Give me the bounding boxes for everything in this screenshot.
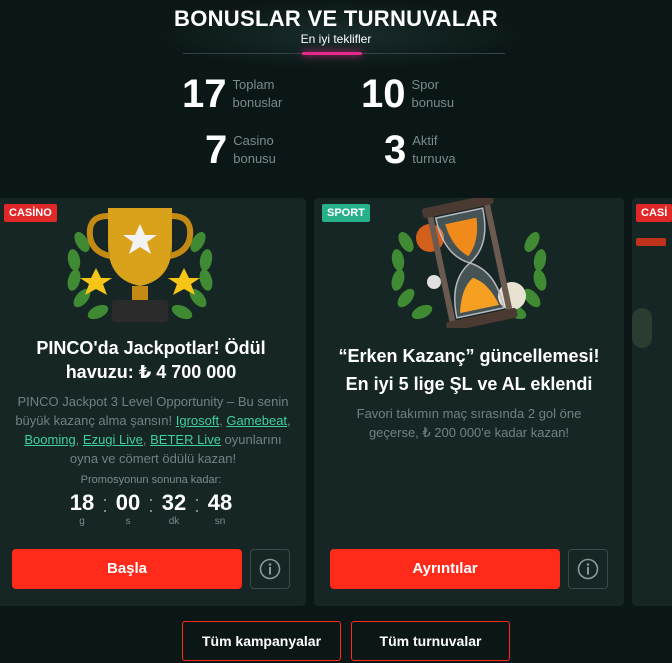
stat-casino-bonuses: 7 Casino bonusu <box>205 130 276 170</box>
timer-minutes: 32 dk <box>152 490 196 527</box>
timer-seconds: 48 sn <box>198 490 242 527</box>
link-gamebeat[interactable]: Gamebeat <box>226 413 287 428</box>
timer-days: 18 g <box>60 490 104 527</box>
card-description: Favori takımın maç sırasında 2 gol öne g… <box>356 406 582 440</box>
stat-label: Toplam bonuslar <box>232 77 283 110</box>
info-icon <box>577 558 599 580</box>
countdown-timer: 18 g 00 s 32 dk 48 sn <box>0 490 306 527</box>
card-description: PINCO Jackpot 3 Level Opportunity – Bu s… <box>15 394 291 466</box>
timer-value: 48 <box>207 490 233 515</box>
info-button[interactable] <box>250 549 290 589</box>
timer-unit: s <box>125 516 131 527</box>
card-title-line2: havuzu: ₺ 4 700 000 <box>65 362 237 382</box>
timer-value: 18 <box>69 490 95 515</box>
stat-active-tournaments: 3 Aktif turnuva <box>384 130 456 170</box>
hourglass-icon <box>391 198 547 328</box>
stat-value: 3 <box>384 128 407 172</box>
timer-unit: dk <box>168 516 180 527</box>
stat-total-bonuses: 17 Toplam bonuslar <box>182 74 282 114</box>
link-beter-live[interactable]: BETER Live <box>150 432 221 447</box>
casino-badge: CASİNO <box>4 204 57 222</box>
partial-card-art <box>632 308 652 348</box>
sport-badge: SPORT <box>322 204 370 222</box>
timer-value: 00 <box>115 490 141 515</box>
stat-sport-bonuses: 10 Spor bonusu <box>361 74 454 114</box>
stat-label: Casino bonusu <box>233 133 276 166</box>
stat-label: Spor bonusu <box>411 77 455 110</box>
timer-hours: 00 s <box>106 490 150 527</box>
stat-value: 7 <box>205 128 228 172</box>
card-title-line2: En iyi 5 lige ŞL ve AL eklendi <box>345 374 593 394</box>
promo-countdown-label: Promosyonun sonuna kadar: <box>80 474 222 486</box>
info-button[interactable] <box>568 549 608 589</box>
all-campaigns-button[interactable]: Tüm kampanyalar <box>182 621 341 661</box>
card-title-line1: “Erken Kazanç” güncellemesi! <box>338 346 600 366</box>
details-button[interactable]: Ayrıntılar <box>330 549 560 589</box>
timer-unit: g <box>79 516 85 527</box>
card-title-line1: PINCO'da Jackpotlar! Ödül <box>36 338 266 358</box>
info-icon <box>259 558 281 580</box>
stat-value: 10 <box>361 72 406 116</box>
timer-value: 32 <box>161 490 187 515</box>
all-tournaments-button[interactable]: Tüm turnuvalar <box>351 621 510 661</box>
promo-card-partial: CASİ <box>632 198 672 606</box>
casino-badge: CASİ <box>636 204 672 222</box>
promo-card-jackpot: CASİNO PINCO'da Jackpotlar! Ödül havuzu:… <box>0 198 306 606</box>
timer-unit: sn <box>214 516 226 527</box>
stat-label: Aktif turnuva <box>412 133 456 166</box>
link-igrosoft[interactable]: Igrosoft <box>176 413 219 428</box>
start-button[interactable]: Başla <box>12 549 242 589</box>
link-ezugi-live[interactable]: Ezugi Live <box>83 432 143 447</box>
header-divider-accent <box>302 52 362 55</box>
promo-card-early-win: SPORT “Erken Kazanç” güncellemesi! En iy… <box>314 198 624 606</box>
link-booming[interactable]: Booming <box>24 432 75 447</box>
page-subtitle: En iyi teklifler <box>300 32 372 46</box>
page-title: BONUSLAR VE TURNUVALAR <box>174 6 498 31</box>
trophy-icon <box>67 208 213 322</box>
stat-value: 17 <box>182 72 227 116</box>
partial-card-art <box>636 238 666 246</box>
